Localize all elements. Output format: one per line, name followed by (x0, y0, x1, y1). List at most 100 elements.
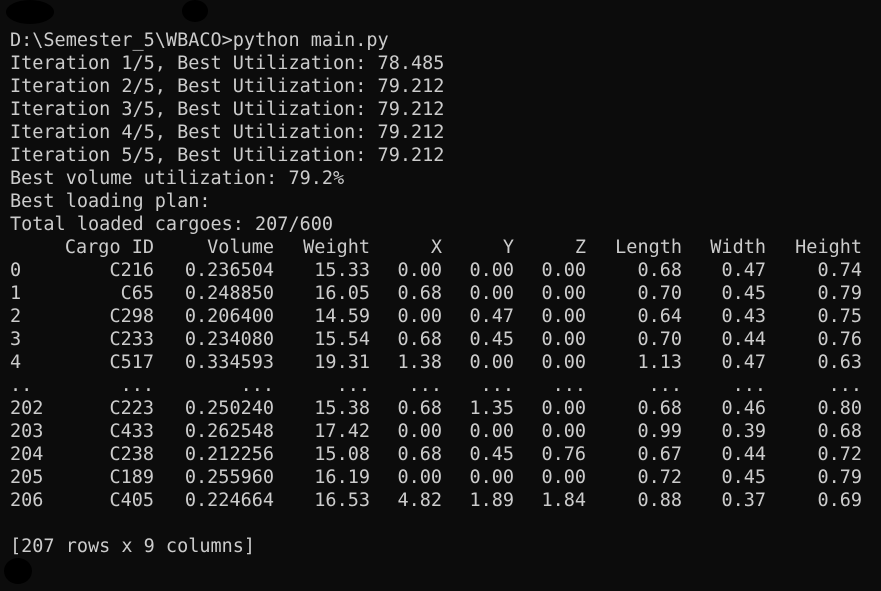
cargo-id-cell: ... (120, 375, 154, 396)
x-cell: 0.68 (397, 398, 442, 419)
y-cell: 0.00 (469, 283, 514, 304)
volume-cell: 0.236504 (184, 260, 274, 281)
height-cell: 0.69 (817, 490, 862, 511)
x-cell: 0.00 (397, 306, 442, 327)
cargo-id-cell: C433 (109, 421, 154, 442)
height-cell: 0.63 (817, 352, 862, 373)
x-cell: 0.68 (397, 283, 442, 304)
width-cell: 0.47 (721, 260, 766, 281)
row-index: 203 (10, 421, 44, 442)
row-index: .. (10, 375, 33, 396)
width-cell: 0.45 (721, 467, 766, 488)
width-cell: ... (732, 375, 766, 396)
row-index: 1 (10, 283, 22, 304)
weight-cell: 15.33 (314, 260, 370, 281)
header-width: Width (710, 237, 766, 258)
length-cell: 0.70 (637, 283, 682, 304)
y-cell: 1.35 (469, 398, 514, 419)
volume-cell: 0.224664 (184, 490, 274, 511)
iteration-line: Iteration 1/5, Best Utilization: 78.485 (10, 53, 445, 74)
height-cell: 0.74 (817, 260, 862, 281)
header-volume: Volume (207, 237, 274, 258)
terminal-output: D:\Semester_5\WBACO>python main.py Itera… (10, 29, 881, 558)
width-cell: 0.43 (721, 306, 766, 327)
header-height: Height (795, 237, 862, 258)
length-cell: 0.68 (637, 398, 682, 419)
length-cell: 0.70 (637, 329, 682, 350)
z-cell: 0.00 (541, 329, 586, 350)
table-row: 3 C233 0.234080 15.54 0.68 0.45 0.00 0.70 0.44 0.… (10, 328, 881, 351)
weight-cell: ... (336, 375, 370, 396)
length-cell: 0.88 (637, 490, 682, 511)
volume-cell: 0.212256 (184, 444, 274, 465)
z-cell: 0.00 (541, 421, 586, 442)
iteration-line: Iteration 5/5, Best Utilization: 79.212 (10, 145, 445, 166)
width-cell: 0.45 (721, 283, 766, 304)
y-cell: 0.47 (469, 306, 514, 327)
height-cell: 0.79 (817, 283, 862, 304)
y-cell: 0.45 (469, 444, 514, 465)
weight-cell: 15.38 (314, 398, 370, 419)
width-cell: 0.37 (721, 490, 766, 511)
weight-cell: 15.08 (314, 444, 370, 465)
height-cell: 0.72 (817, 444, 862, 465)
z-cell: 0.00 (541, 467, 586, 488)
length-cell: ... (648, 375, 682, 396)
terminal-window[interactable]: D:\Semester_5\WBACO>python main.py Itera… (0, 0, 881, 591)
row-index: 204 (10, 444, 44, 465)
volume-cell: 0.206400 (184, 306, 274, 327)
iteration-line: Iteration 3/5, Best Utilization: 79.212 (10, 99, 445, 120)
cargo-id-cell: C517 (109, 352, 154, 373)
header-z: Z (574, 237, 586, 258)
width-cell: 0.47 (721, 352, 766, 373)
z-cell: 0.00 (541, 283, 586, 304)
z-cell: 0.76 (541, 444, 586, 465)
cargo-id-cell: C405 (109, 490, 154, 511)
row-index: 2 (10, 306, 22, 327)
volume-cell: 0.255960 (184, 467, 274, 488)
row-index: 206 (10, 490, 44, 511)
weight-cell: 17.42 (314, 421, 370, 442)
height-cell: 0.68 (817, 421, 862, 442)
x-cell: ... (408, 375, 442, 396)
y-cell: 0.00 (469, 467, 514, 488)
table-row: 205 C189 0.255960 16.19 0.00 0.00 0.00 0.72 0.45… (10, 466, 881, 489)
redaction-mark-bottom-left (4, 558, 32, 584)
table-footer: [207 rows x 9 columns] (10, 536, 256, 557)
y-cell: 1.89 (469, 490, 514, 511)
header-cargo-id: Cargo ID (64, 237, 154, 258)
z-cell: 0.00 (541, 352, 586, 373)
row-index: 0 (10, 260, 22, 281)
length-cell: 0.64 (637, 306, 682, 327)
table-row: 203 C433 0.262548 17.42 0.00 0.00 0.00 0.99 0.39… (10, 420, 881, 443)
header-index (10, 236, 58, 259)
weight-cell: 16.19 (314, 467, 370, 488)
z-cell: ... (552, 375, 586, 396)
width-cell: 0.44 (721, 444, 766, 465)
x-cell: 1.38 (397, 352, 442, 373)
height-cell: 0.79 (817, 467, 862, 488)
x-cell: 4.82 (397, 490, 442, 511)
cargo-id-cell: C233 (109, 329, 154, 350)
table-row: 206 C405 0.224664 16.53 4.82 1.89 1.84 0.88 0.37… (10, 489, 881, 512)
weight-cell: 19.31 (314, 352, 370, 373)
table-row: 1 C65 0.248850 16.05 0.68 0.00 0.00 0.70 0.45 0.7… (10, 282, 881, 305)
x-cell: 0.68 (397, 329, 442, 350)
row-index: 4 (10, 352, 22, 373)
length-cell: 1.13 (637, 352, 682, 373)
z-cell: 0.00 (541, 306, 586, 327)
width-cell: 0.46 (721, 398, 766, 419)
weight-cell: 14.59 (314, 306, 370, 327)
row-index: 205 (10, 467, 44, 488)
row-index: 202 (10, 398, 44, 419)
volume-cell: 0.234080 (184, 329, 274, 350)
height-cell: ... (828, 375, 862, 396)
z-cell: 1.84 (541, 490, 586, 511)
row-index: 3 (10, 329, 22, 350)
total-loaded-line: Total loaded cargoes: 207/600 (10, 214, 334, 235)
x-cell: 0.68 (397, 444, 442, 465)
cargo-id-cell: C65 (120, 283, 154, 304)
table-row: 2 C298 0.206400 14.59 0.00 0.47 0.00 0.64 0.43 0.… (10, 305, 881, 328)
table-body: 0 C216 0.236504 15.33 0.00 0.00 0.00 0.68 0.47 0.… (10, 259, 881, 512)
length-cell: 0.67 (637, 444, 682, 465)
